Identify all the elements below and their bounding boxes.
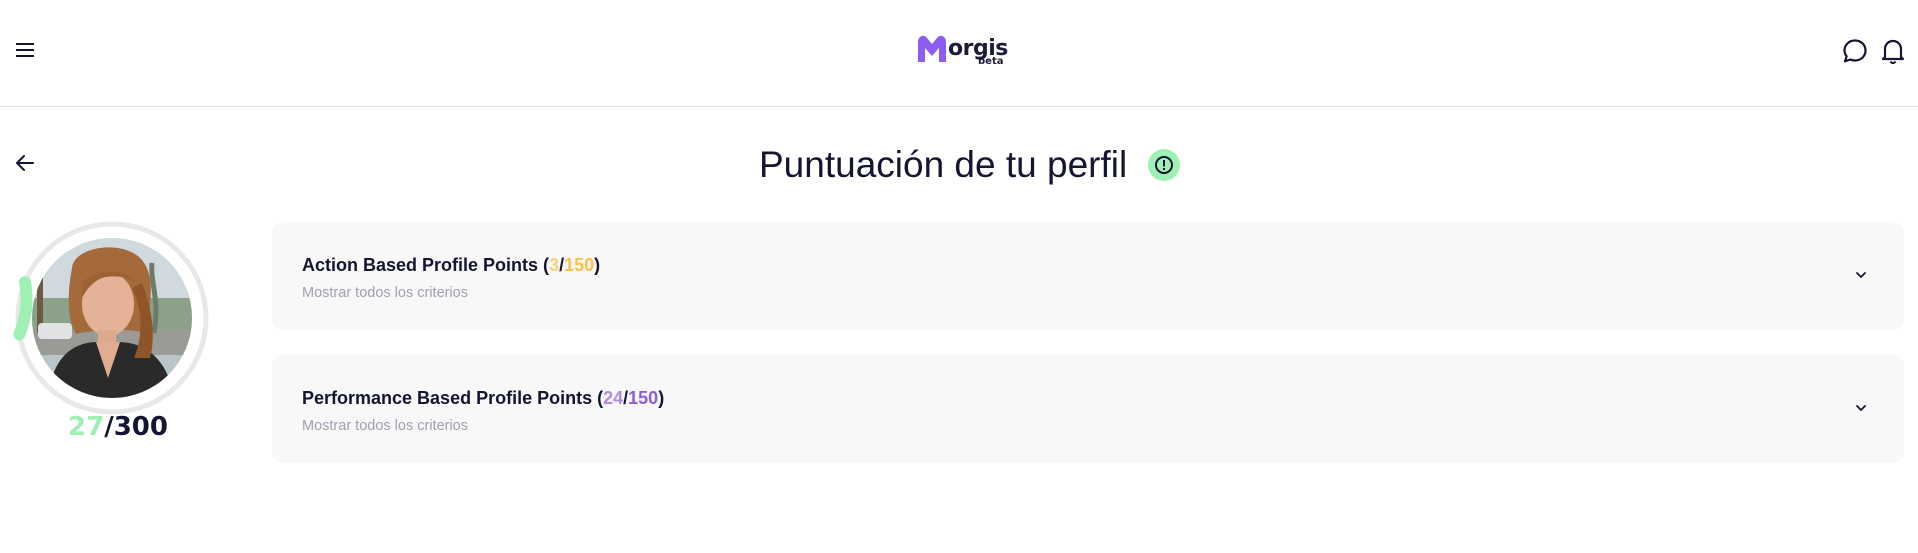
beta-badge: beta [978,56,1004,67]
score-total: 300 [113,412,168,442]
score-current: 27 [68,412,105,442]
performance-points-card[interactable]: Performance Based Profile Points (24/150… [272,355,1904,463]
action-points-total: 150 [564,255,595,275]
card-title-suffix: ) [594,255,601,275]
performance-points-current: 24 [603,388,624,408]
performance-points-title: Performance Based Profile Points (24/150… [302,388,664,409]
performance-points-total: 150 [628,388,659,408]
action-points-title: Action Based Profile Points (3/150) [302,255,600,276]
profile-score-ring [11,221,209,419]
info-icon[interactable] [1148,149,1180,181]
chevron-down-icon[interactable] [1854,401,1868,415]
score-separator: / [104,412,114,442]
page-title: Puntuación de tu perfil [759,144,1128,185]
back-arrow-icon[interactable] [14,152,36,174]
hamburger-menu-icon[interactable] [14,40,38,62]
score-progress-arc [13,276,33,341]
avatar[interactable] [32,238,192,398]
logo-m-mark [918,35,946,62]
profile-score: 27/300 [68,412,168,442]
action-points-current: 3 [549,255,560,275]
show-criteria-link[interactable]: Mostrar todos los criterios [302,418,468,434]
top-bar: orgis beta [0,0,1918,107]
bell-icon[interactable] [1881,38,1905,65]
morgis-logo[interactable]: orgis beta [916,32,1008,70]
action-points-card[interactable]: Action Based Profile Points (3/150) Most… [272,222,1904,330]
chat-icon[interactable] [1842,38,1868,64]
chevron-down-icon[interactable] [1854,268,1868,282]
card-title-prefix: Action Based Profile Points ( [302,255,550,275]
show-criteria-link[interactable]: Mostrar todos los criterios [302,285,468,301]
card-title-suffix: ) [658,388,665,408]
card-title-prefix: Performance Based Profile Points ( [302,388,604,408]
